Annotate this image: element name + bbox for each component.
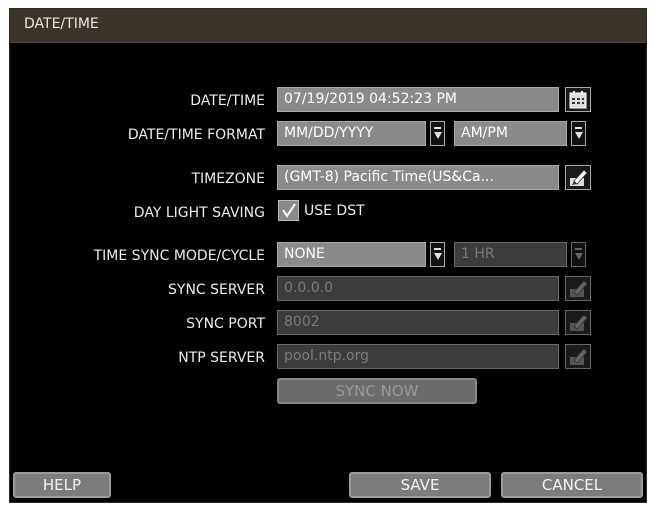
sync-server-field[interactable]: 0.0.0.0 (277, 276, 559, 301)
titlebar: DATE/TIME (10, 9, 646, 43)
timezone-field[interactable]: (GMT-8) Pacific Time(US&Ca... (277, 165, 559, 190)
sync-port-edit-button[interactable] (565, 310, 591, 335)
chevron-down-icon (575, 127, 582, 129)
use-dst-label: USE DST (304, 203, 365, 219)
ntp-server-edit-button[interactable] (565, 344, 591, 369)
dialog-title: DATE/TIME (24, 16, 99, 32)
sync-cycle-select[interactable]: 1 HR (454, 242, 567, 267)
sync-now-button[interactable]: SYNC NOW (277, 378, 477, 404)
datetime-dialog: DATE/TIME DATE/TIME 07/19/2019 04:52:23 … (9, 8, 647, 503)
help-button[interactable]: HELP (13, 472, 111, 498)
checkmark-icon (282, 203, 296, 218)
sync-server-label: SYNC SERVER (168, 282, 265, 298)
calendar-icon (569, 91, 587, 109)
edit-icon (570, 280, 588, 297)
datetime-field[interactable]: 07/19/2019 04:52:23 PM (277, 87, 559, 112)
date-format-dropdown[interactable] (430, 121, 445, 146)
dst-label: DAY LIGHT SAVING (133, 205, 265, 221)
edit-icon (570, 169, 588, 186)
time-format-select[interactable]: AM/PM (454, 121, 567, 146)
date-format-select[interactable]: MM/DD/YYYY (277, 121, 426, 146)
save-button[interactable]: SAVE (349, 472, 491, 498)
edit-icon (570, 348, 588, 365)
calendar-button[interactable] (565, 87, 591, 112)
sync-port-label: SYNC PORT (186, 316, 265, 332)
sync-cycle-dropdown[interactable] (571, 242, 586, 267)
use-dst-checkbox[interactable] (278, 200, 299, 221)
ntp-server-field[interactable]: pool.ntp.org (277, 344, 559, 369)
time-format-dropdown[interactable] (571, 121, 586, 146)
timezone-edit-button[interactable] (565, 165, 591, 190)
sync-server-edit-button[interactable] (565, 276, 591, 301)
sync-mode-select[interactable]: NONE (277, 242, 426, 267)
chevron-down-icon (434, 127, 441, 129)
datetime-format-label: DATE/TIME FORMAT (127, 127, 265, 143)
edit-icon (570, 314, 588, 331)
chevron-down-icon (434, 248, 441, 250)
timezone-label: TIMEZONE (191, 171, 265, 187)
datetime-label: DATE/TIME (190, 93, 265, 109)
sync-port-field[interactable]: 8002 (277, 310, 559, 335)
sync-mode-dropdown[interactable] (430, 242, 445, 267)
ntp-server-label: NTP SERVER (178, 350, 265, 366)
cancel-button[interactable]: CANCEL (501, 472, 643, 498)
chevron-down-icon (575, 248, 582, 250)
sync-mode-label: TIME SYNC MODE/CYCLE (93, 248, 265, 264)
